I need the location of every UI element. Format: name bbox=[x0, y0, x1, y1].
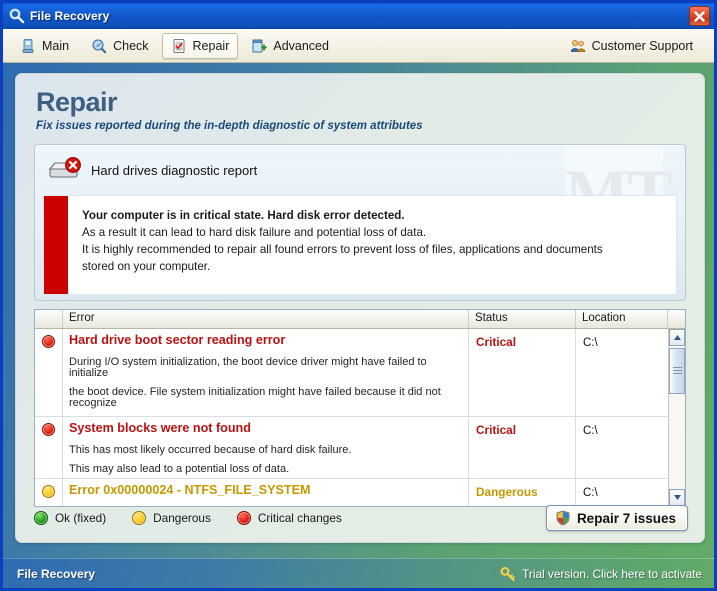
critical-alert-box: Your computer is in critical state. Hard… bbox=[43, 195, 677, 296]
legend-item-critical: Critical changes bbox=[236, 511, 342, 525]
row-error-cell: Error 0x00000024 - NTFS_FILE_SYSTEM The … bbox=[63, 479, 469, 507]
legend-and-actions: Ok (fixed) Dangerous Critical changes Re… bbox=[34, 504, 688, 532]
alert-accent-bar bbox=[44, 196, 68, 295]
toolbar-label-advanced: Advanced bbox=[273, 38, 329, 53]
row-error-cell: System blocks were not found This has mo… bbox=[63, 417, 469, 479]
repair-issues-button[interactable]: Repair 7 issues bbox=[545, 505, 688, 531]
content-card: Repair Fix issues reported during the in… bbox=[15, 73, 705, 543]
location-value: C:\ bbox=[583, 425, 598, 438]
status-app-name: File Recovery bbox=[17, 566, 96, 581]
table-header-location[interactable]: Location bbox=[576, 310, 668, 329]
table-row[interactable]: Hard drive boot sector reading error Dur… bbox=[35, 329, 668, 418]
status-bar: File Recovery Trial version. Click here … bbox=[3, 558, 714, 588]
issues-table: Error Status Location Hard drive boot se… bbox=[34, 309, 686, 508]
error-detail-line: This has most likely occurred because of… bbox=[69, 444, 352, 457]
legend-label-ok: Ok (fixed) bbox=[55, 511, 107, 525]
alert-headline: Your computer is in critical state. Hard… bbox=[82, 209, 405, 223]
location-value: C:\ bbox=[583, 337, 598, 350]
legend-item-dangerous: Dangerous bbox=[132, 511, 211, 525]
toolbar-item-check[interactable]: Check bbox=[82, 33, 157, 59]
gear-wrench-icon bbox=[9, 8, 25, 24]
error-detail-line: This may also lead to a potential loss o… bbox=[69, 463, 290, 476]
legend-dot-dangerous-icon bbox=[132, 511, 147, 525]
legend-label-dangerous: Dangerous bbox=[153, 511, 211, 525]
scrollbar-grip bbox=[672, 367, 682, 375]
table-header-filler bbox=[668, 310, 685, 328]
status-badge: Critical bbox=[476, 423, 516, 438]
status-badge: Critical bbox=[476, 335, 516, 350]
row-status-cell: Critical bbox=[469, 417, 576, 479]
table-row[interactable]: Error 0x00000024 - NTFS_FILE_SYSTEM The … bbox=[35, 479, 668, 507]
table-header-status[interactable]: Status bbox=[469, 310, 576, 329]
location-value: C:\ bbox=[583, 487, 598, 500]
row-location-cell: C:\ bbox=[576, 479, 668, 506]
row-error-cell: Hard drive boot sector reading error Dur… bbox=[63, 329, 469, 417]
error-title: System blocks were not found bbox=[69, 421, 251, 436]
report-header-title: Hard drives diagnostic report bbox=[91, 162, 258, 178]
legend-label-critical: Critical changes bbox=[257, 511, 342, 525]
severity-dot-critical-icon bbox=[42, 335, 55, 349]
error-detail-line: the boot device. File system initializat… bbox=[69, 386, 441, 410]
table-body: Hard drive boot sector reading error Dur… bbox=[35, 329, 668, 507]
application-window: File Recovery Main Check Repair Advanced… bbox=[0, 0, 717, 591]
status-badge: Dangerous bbox=[476, 485, 538, 500]
toolbar-item-advanced[interactable]: Advanced bbox=[242, 33, 338, 59]
error-title: Error 0x00000024 - NTFS_FILE_SYSTEM bbox=[69, 483, 311, 498]
row-status-cell: Dangerous bbox=[469, 479, 576, 507]
toolbar-item-repair[interactable]: Repair bbox=[161, 32, 239, 59]
row-severity-cell bbox=[35, 417, 63, 479]
legend-dot-critical-icon bbox=[236, 511, 251, 525]
toolbar-label-customer-support: Customer Support bbox=[591, 38, 693, 53]
page-subtitle: Fix issues reported during the in-depth … bbox=[36, 120, 423, 133]
trial-activate-link[interactable]: Trial version. Click here to activate bbox=[500, 566, 702, 582]
table-row[interactable]: System blocks were not found This has mo… bbox=[35, 417, 668, 480]
legend-item-ok: Ok (fixed) bbox=[34, 511, 106, 525]
table-scrollbar[interactable] bbox=[668, 329, 685, 507]
row-location-cell: C:\ bbox=[576, 329, 668, 416]
page-title: Repair bbox=[36, 87, 118, 117]
alert-line-2: It is highly recommended to repair all f… bbox=[82, 243, 603, 257]
toolbar-label-main: Main bbox=[42, 38, 70, 53]
toolbar-label-repair: Repair bbox=[192, 38, 230, 53]
checked-document-icon bbox=[171, 38, 187, 54]
shield-icon bbox=[555, 510, 571, 526]
table-header-row: Error Status Location bbox=[35, 310, 685, 330]
table-header-error[interactable]: Error bbox=[63, 310, 469, 329]
alert-line-1: As a result it can lead to hard disk fai… bbox=[82, 226, 427, 240]
toolbar-item-main[interactable]: Main bbox=[11, 33, 78, 59]
toolbar-label-check: Check bbox=[113, 38, 149, 53]
legend-dot-ok-icon bbox=[34, 511, 48, 525]
scrollbar-thumb[interactable] bbox=[669, 348, 685, 395]
report-header: Hard drives diagnostic report bbox=[35, 145, 685, 195]
error-detail-line: During I/O system initialization, the bo… bbox=[69, 356, 427, 380]
severity-dot-critical-icon bbox=[42, 423, 55, 437]
magnifier-disk-icon bbox=[91, 38, 107, 54]
row-severity-cell bbox=[35, 479, 63, 507]
alert-text: Your computer is in critical state. Hard… bbox=[68, 196, 613, 294]
error-title: Hard drive boot sector reading error bbox=[69, 333, 286, 348]
row-location-cell: C:\ bbox=[576, 417, 668, 478]
toolbar-item-customer-support[interactable]: Customer Support bbox=[561, 33, 702, 59]
row-severity-cell bbox=[35, 329, 63, 417]
key-icon bbox=[500, 566, 516, 582]
window-settings-icon bbox=[251, 38, 268, 54]
diagnostic-report-panel: MT Hard drives diagnostic report Your co… bbox=[34, 144, 686, 302]
title-bar: File Recovery bbox=[3, 3, 714, 29]
severity-dot-dangerous-icon bbox=[42, 485, 55, 499]
computer-icon bbox=[20, 38, 36, 54]
table-header-severity[interactable] bbox=[35, 310, 63, 329]
alert-line-3: stored on your computer. bbox=[82, 260, 211, 274]
users-icon bbox=[570, 38, 586, 54]
repair-button-label: Repair 7 issues bbox=[576, 510, 676, 526]
close-button[interactable] bbox=[689, 6, 710, 26]
scroll-up-button[interactable] bbox=[669, 329, 685, 347]
hard-drive-error-icon bbox=[47, 156, 81, 184]
window-title: File Recovery bbox=[30, 9, 110, 23]
row-status-cell: Critical bbox=[469, 329, 576, 417]
content-background: Repair Fix issues reported during the in… bbox=[3, 63, 714, 558]
trial-text: Trial version. Click here to activate bbox=[522, 566, 702, 581]
main-toolbar: Main Check Repair Advanced Customer Supp… bbox=[3, 29, 714, 63]
